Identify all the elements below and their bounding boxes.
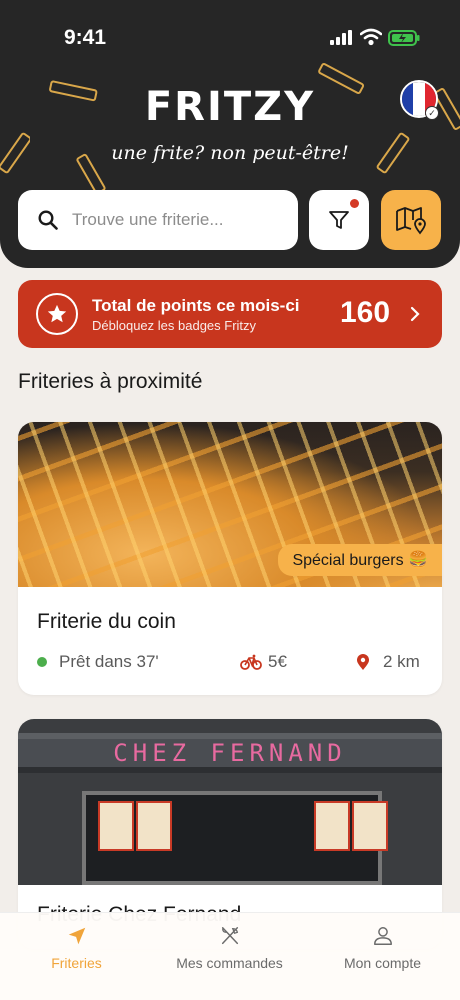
battery-icon <box>388 30 420 46</box>
filter-button[interactable] <box>309 190 369 250</box>
tab-bar: Friteries Mes commandes Mon compte <box>0 912 460 1000</box>
star-icon <box>36 293 78 335</box>
poster <box>352 801 388 851</box>
chevron-down-icon: ✓ <box>425 106 439 120</box>
tab-label: Friteries <box>51 955 102 971</box>
app-logo: FRITZY <box>144 84 316 130</box>
ready-time-text: Prêt dans 37' <box>59 652 159 671</box>
special-badge: Spécial burgers 🍔 <box>278 544 442 576</box>
friterie-card[interactable]: Spécial burgers 🍔 Friterie du coin Prêt … <box>18 422 442 695</box>
delivery-fee-text: 5€ <box>268 652 287 671</box>
poster <box>98 801 134 851</box>
friterie-name: Friterie du coin <box>37 610 176 633</box>
filter-icon <box>329 211 349 229</box>
distance-text: 2 km <box>383 652 420 671</box>
points-title: Total de points ce mois-ci <box>92 296 300 315</box>
tab-label: Mes commandes <box>176 955 283 971</box>
tab-label: Mon compte <box>343 955 422 971</box>
filter-active-indicator <box>350 199 359 208</box>
ready-time: Prêt dans 37' <box>37 652 159 672</box>
friterie-photo: CHEZ FERNAND <box>18 719 442 885</box>
poster <box>314 801 350 851</box>
bike-icon <box>240 654 262 670</box>
wifi-icon <box>360 28 382 46</box>
tab-mon-compte[interactable]: Mon compte <box>306 923 459 971</box>
ready-indicator-icon <box>37 657 47 667</box>
section-title: Friteries à proximité <box>18 370 203 393</box>
app-header: 9:41 FRITZY une frite? non peut-être! ✓ … <box>0 0 460 268</box>
shop-sign: CHEZ FERNAND <box>18 733 442 773</box>
search-input[interactable] <box>72 210 272 230</box>
user-icon <box>373 927 392 945</box>
status-time: 9:41 <box>64 26 107 49</box>
location-pin-icon <box>357 654 369 670</box>
map-pin-icon <box>396 207 426 235</box>
search-bar[interactable] <box>18 190 298 250</box>
points-value: 160 <box>340 296 391 329</box>
app-tagline: une frite? non peut-être! <box>111 142 349 164</box>
points-subtitle: Débloquez les badges Fritzy <box>92 318 257 333</box>
search-icon <box>38 210 58 230</box>
utensils-icon <box>221 927 238 945</box>
status-bar: 9:41 <box>0 22 460 54</box>
distance: 2 km <box>356 652 420 672</box>
navigation-arrow-icon <box>68 927 85 945</box>
poster <box>136 801 172 851</box>
signal-icon <box>330 30 352 45</box>
points-banner[interactable]: Total de points ce mois-ci Débloquez les… <box>18 280 442 348</box>
delivery-fee: 5€ <box>240 652 287 672</box>
chevron-right-icon <box>410 306 420 322</box>
tab-mes-commandes[interactable]: Mes commandes <box>153 923 306 971</box>
tab-friteries[interactable]: Friteries <box>0 923 153 971</box>
map-button[interactable] <box>381 190 441 250</box>
